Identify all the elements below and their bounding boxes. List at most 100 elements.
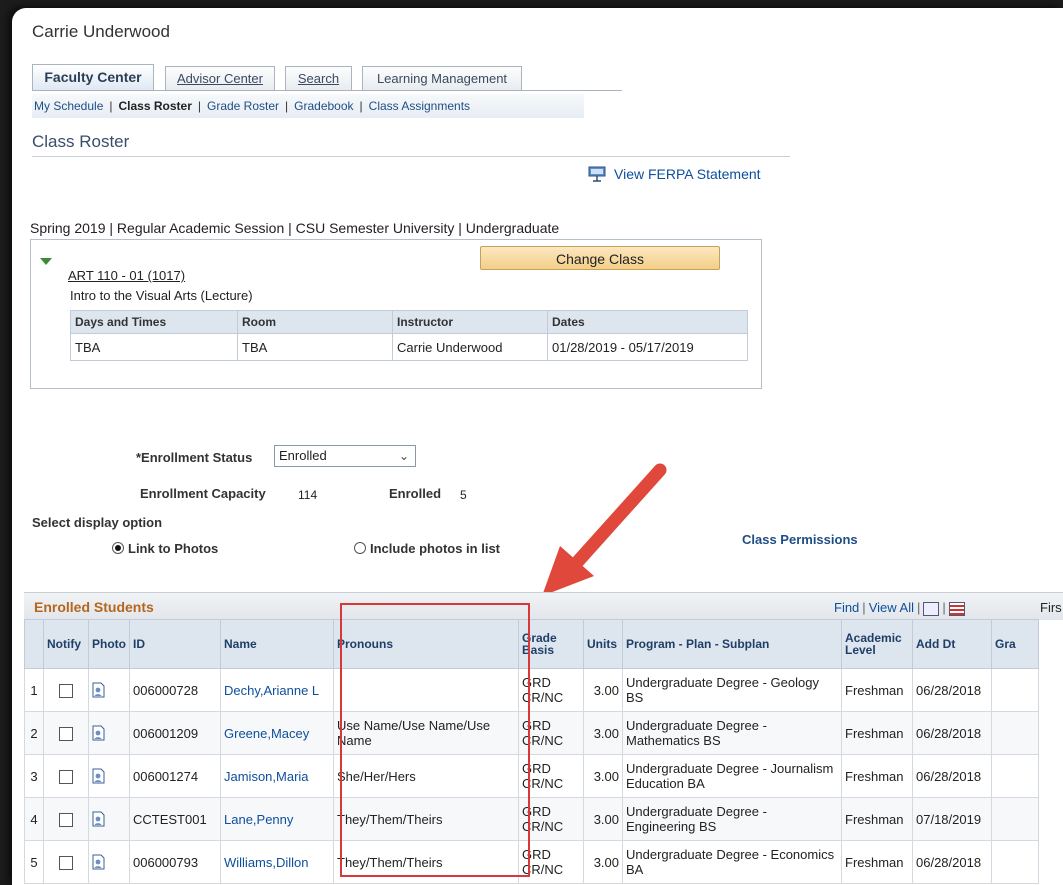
program-plan: Undergraduate Degree - Mathematics BS (622, 711, 842, 755)
roster-title: Enrolled Students (34, 599, 154, 615)
col-header-id[interactable]: ID (129, 619, 221, 669)
student-pronouns (333, 668, 519, 712)
student-name-link[interactable]: Jamison,Maria (220, 754, 334, 798)
subnav-grade-roster[interactable]: Grade Roster (207, 99, 279, 113)
units: 3.00 (583, 668, 623, 712)
student-name-link[interactable]: Williams,Dillon (220, 840, 334, 884)
student-pronouns: They/Them/Theirs (333, 797, 519, 841)
zoom-icon[interactable] (923, 601, 940, 616)
tab-advisor-center[interactable]: Advisor Center (165, 66, 275, 90)
class-permissions-link[interactable]: Class Permissions (742, 532, 858, 547)
meeting-header-dates: Dates (547, 310, 748, 334)
notify-checkbox[interactable] (59, 769, 73, 784)
student-id: 006001274 (129, 754, 221, 798)
page-title: Class Roster (32, 132, 130, 151)
subnav-class-assignments[interactable]: Class Assignments (369, 99, 470, 113)
student-name-link[interactable]: Greene,Macey (220, 711, 334, 755)
enrollment-capacity-label: Enrollment Capacity (140, 486, 266, 501)
collapse-icon[interactable] (40, 258, 52, 265)
add-date: 06/28/2018 (912, 711, 992, 755)
tab-faculty-center[interactable]: Faculty Center (32, 64, 154, 90)
include-photos-label[interactable]: Include photos in list (370, 541, 500, 556)
sub-navigation: My Schedule | Class Roster | Grade Roster | Gr… (32, 94, 584, 118)
change-class-button[interactable]: Change Class (480, 246, 720, 270)
title-divider (32, 156, 790, 157)
student-pronouns: She/Her/Hers (333, 754, 519, 798)
subnav-my-schedule[interactable]: My Schedule (34, 99, 103, 113)
student-name-link[interactable]: Lane,Penny (220, 797, 334, 841)
app-window: Carrie Underwood Faculty Center Advisor … (12, 8, 1063, 885)
col-header-photo[interactable]: Photo (88, 619, 130, 669)
grade-cell (991, 711, 1039, 755)
photo-cell (88, 754, 130, 798)
ferpa-link-label[interactable]: View FERPA Statement (614, 166, 761, 182)
subnav-gradebook[interactable]: Gradebook (294, 99, 353, 113)
tab-search[interactable]: Search (285, 66, 352, 90)
photo-icon[interactable] (92, 811, 105, 827)
meeting-instructor: Carrie Underwood (392, 333, 548, 361)
notify-checkbox[interactable] (59, 855, 73, 870)
photo-icon[interactable] (92, 768, 105, 784)
student-id: CCTEST001 (129, 797, 221, 841)
academic-level: Freshman (841, 711, 913, 755)
col-header-name[interactable]: Name (220, 619, 334, 669)
program-plan: Undergraduate Degree - Geology BS (622, 668, 842, 712)
col-header-add-dt[interactable]: Add Dt (912, 619, 992, 669)
col-header-grade[interactable]: Gra (991, 619, 1039, 669)
notify-checkbox[interactable] (59, 726, 73, 741)
subnav-class-roster[interactable]: Class Roster (119, 99, 192, 113)
first-link[interactable]: Firs (1040, 600, 1062, 615)
table-row: 4 CCTEST001 Lane,Penny They/Them/Theirs GRD … (24, 797, 1039, 841)
link-to-photos-radio[interactable] (112, 542, 124, 554)
program-plan: Undergraduate Degree - Journalism Educat… (622, 754, 842, 798)
meeting-header-instructor: Instructor (392, 310, 548, 334)
view-all-link[interactable]: View All (869, 600, 914, 615)
table-row: 5 006000793 Williams,Dillon They/Them/Their… (24, 840, 1039, 884)
link-to-photos-label[interactable]: Link to Photos (128, 541, 218, 556)
notify-cell (43, 754, 89, 798)
notify-cell (43, 797, 89, 841)
meeting-dates: 01/28/2019 - 05/17/2019 (547, 333, 748, 361)
enrolled-students-table: Notify Photo ID Name Pronouns Grade Basi… (24, 619, 1039, 884)
student-id: 006000728 (129, 668, 221, 712)
grade-basis: GRD CR/NC (518, 754, 584, 798)
notify-cell (43, 711, 89, 755)
grade-cell (991, 797, 1039, 841)
ferpa-link[interactable]: View FERPA Statement (588, 166, 761, 185)
download-grid-icon[interactable] (948, 601, 965, 616)
include-photos-radio[interactable] (354, 542, 366, 554)
photo-icon[interactable] (92, 725, 105, 741)
notify-checkbox[interactable] (59, 812, 73, 827)
enrollment-status-label: *Enrollment Status (136, 450, 253, 465)
enrollment-capacity-value: 114 (298, 488, 318, 502)
table-row: 1 006000728 Dechy,Arianne L GRD CR/NC 3.00 Un… (24, 668, 1039, 712)
academic-level: Freshman (841, 797, 913, 841)
tab-divider (32, 90, 622, 91)
enrolled-value: 5 (460, 488, 467, 502)
display-option-label: Select display option (32, 515, 163, 530)
meeting-table: Days and Times Room Instructor Dates TBA… (70, 310, 748, 361)
row-number: 5 (24, 840, 44, 884)
units: 3.00 (583, 840, 623, 884)
meeting-days: TBA (70, 333, 238, 361)
col-header-pronouns[interactable]: Pronouns (333, 619, 519, 669)
find-link[interactable]: Find (834, 600, 859, 615)
col-header-academic-level[interactable]: Academic Level (841, 619, 913, 669)
student-name-link[interactable]: Dechy,Arianne L (220, 668, 334, 712)
col-header-units[interactable]: Units (583, 619, 623, 669)
add-date: 06/28/2018 (912, 754, 992, 798)
add-date: 06/28/2018 (912, 668, 992, 712)
col-header-notify[interactable]: Notify (43, 619, 89, 669)
photo-cell (88, 711, 130, 755)
col-header-program[interactable]: Program - Plan - Subplan (622, 619, 842, 669)
photo-icon[interactable] (92, 682, 105, 698)
photo-icon[interactable] (92, 854, 105, 870)
col-header-grade-basis[interactable]: Grade Basis (518, 619, 584, 669)
tab-learning-management[interactable]: Learning Management (362, 66, 522, 90)
student-pronouns: They/Them/Theirs (333, 840, 519, 884)
notify-checkbox[interactable] (59, 683, 73, 698)
academic-level: Freshman (841, 668, 913, 712)
units: 3.00 (583, 754, 623, 798)
grade-cell (991, 840, 1039, 884)
enrollment-status-select[interactable]: Enrolled ⌄ (274, 445, 416, 467)
